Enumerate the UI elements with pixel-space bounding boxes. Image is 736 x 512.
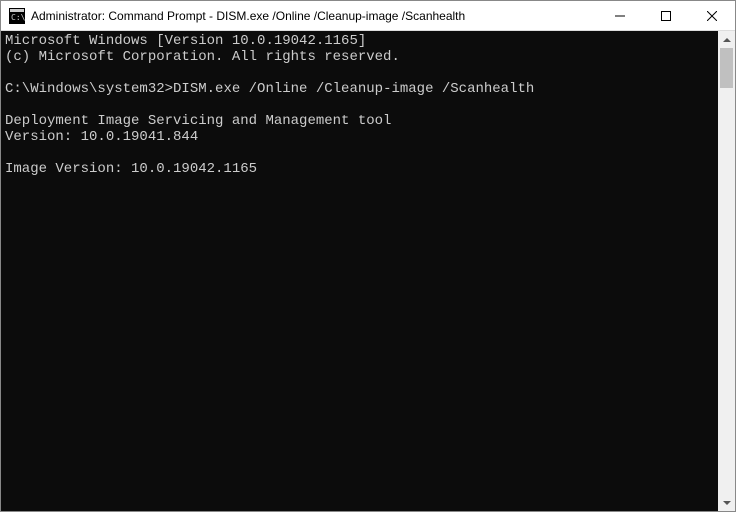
close-button[interactable] — [689, 1, 735, 30]
prompt-path: C:\Windows\system32> — [5, 81, 173, 97]
dism-version-line: Version: 10.0.19041.844 — [5, 129, 198, 145]
console-area: Microsoft Windows [Version 10.0.19042.11… — [1, 31, 735, 511]
window-titlebar: C:\ Administrator: Command Prompt - DISM… — [1, 1, 735, 31]
scroll-thumb[interactable] — [720, 48, 733, 88]
maximize-button[interactable] — [643, 1, 689, 30]
scroll-track[interactable] — [718, 48, 735, 494]
window-title: Administrator: Command Prompt - DISM.exe… — [31, 9, 597, 23]
cmd-icon: C:\ — [9, 8, 25, 24]
scroll-down-arrow-icon[interactable] — [718, 494, 735, 511]
scroll-up-arrow-icon[interactable] — [718, 31, 735, 48]
vertical-scrollbar[interactable] — [718, 31, 735, 511]
svg-text:C:\: C:\ — [11, 13, 25, 22]
command-text: DISM.exe /Online /Cleanup-image /Scanhea… — [173, 81, 534, 97]
copyright-line: (c) Microsoft Corporation. All rights re… — [5, 49, 400, 65]
image-version-line: Image Version: 10.0.19042.1165 — [5, 161, 257, 177]
console-output[interactable]: Microsoft Windows [Version 10.0.19042.11… — [1, 31, 718, 511]
dism-tool-line: Deployment Image Servicing and Managemen… — [5, 113, 391, 129]
window-controls — [597, 1, 735, 30]
minimize-button[interactable] — [597, 1, 643, 30]
os-version-line: Microsoft Windows [Version 10.0.19042.11… — [5, 33, 366, 49]
